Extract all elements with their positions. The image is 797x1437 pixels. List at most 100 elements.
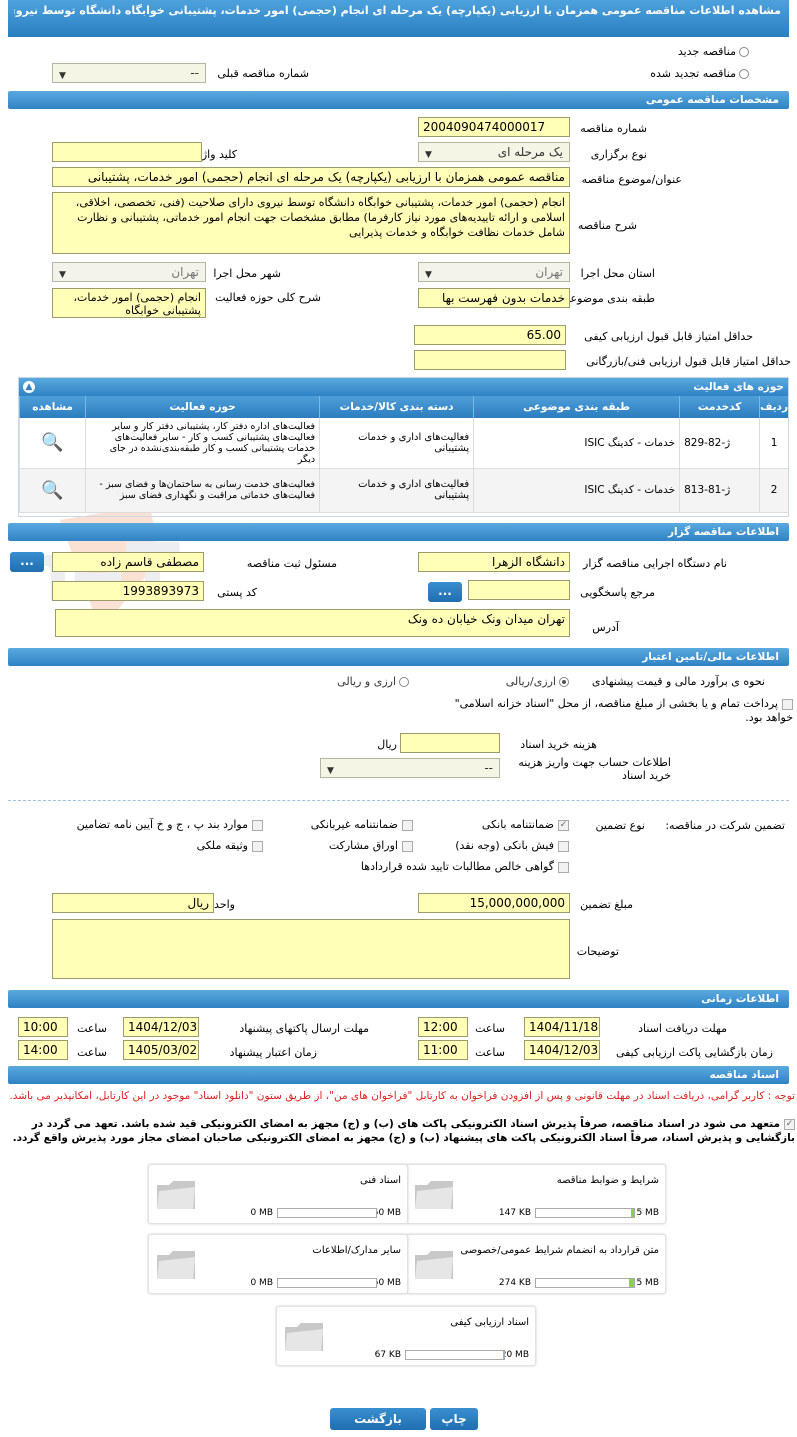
file-box-contract[interactable]: متن قرارداد به انضمام شرایط عمومی/خصوصی … bbox=[406, 1234, 666, 1294]
guarantee-opt-bank[interactable]: ✓ضمانتنامه بانکی bbox=[482, 818, 569, 831]
progress-bar bbox=[277, 1208, 377, 1218]
file-box-technical[interactable]: اسناد فنی 50 MB 0 MB bbox=[148, 1164, 408, 1224]
guarantee-opt-property[interactable]: وثیقه ملکی bbox=[197, 839, 263, 852]
guarantee-opt-nonbank[interactable]: ضمانتنامه غیربانکی bbox=[311, 818, 413, 831]
guarantee-opt-certificate[interactable]: گواهی خالص مطالبات تایید شده قراردادها bbox=[361, 860, 569, 873]
file-box-conditions[interactable]: شرایط و ضوابط مناقصه 5 MB 147 KB bbox=[406, 1164, 666, 1224]
hour-label: ساعت bbox=[77, 1022, 107, 1035]
chevron-down-icon: ▼ bbox=[425, 150, 432, 160]
doc-fee-label: هزینه خرید اسناد bbox=[520, 738, 597, 751]
col-code: کدخدمت bbox=[679, 396, 760, 418]
type-select[interactable]: یک مرحله ای ▼ bbox=[418, 142, 570, 162]
category-label: طبقه بندی موضوعی bbox=[561, 292, 655, 305]
scope-textarea[interactable]: انجام (حجمی) امور خدمات، پشتیبانی خوابگا… bbox=[52, 288, 206, 318]
activity-table: ردیف کدخدمت طبقه بندی موضوعی دسته بندی ک… bbox=[18, 396, 788, 513]
open-date: 1404/12/03 bbox=[524, 1040, 600, 1060]
folder-icon bbox=[415, 1181, 453, 1209]
view-icon[interactable]: 🔍 bbox=[41, 432, 63, 453]
folder-icon bbox=[157, 1181, 195, 1209]
unit-input: ریال bbox=[52, 893, 214, 913]
ref-input bbox=[468, 580, 570, 600]
guarantee-opt-bonds[interactable]: اوراق مشارکت bbox=[329, 839, 413, 852]
open-time: 11:00 bbox=[418, 1040, 468, 1060]
org-label: نام دستگاه اجرایی مناقصه گزار bbox=[583, 557, 727, 570]
min-tech-label: حداقل امتیاز قابل قبول ارزیابی فنی/بازرگ… bbox=[586, 355, 791, 368]
estimate-option-2[interactable]: ارزی و ریالی bbox=[337, 675, 409, 688]
org-input: دانشگاه الزهرا bbox=[418, 552, 570, 572]
postal-label: کد پستی bbox=[217, 586, 257, 599]
guarantee-opt-regulation[interactable]: موارد بند پ ، ج و خ آیین نامه تضامین bbox=[77, 818, 263, 831]
file-box-quality[interactable]: اسناد ارزیابی کیفی 20 MB 67 KB bbox=[276, 1306, 536, 1366]
estimate-option-1[interactable]: ارزی/ریالی bbox=[506, 675, 569, 688]
progress-bar bbox=[405, 1350, 505, 1360]
collapse-icon[interactable]: ▲ bbox=[23, 381, 35, 393]
renewed-tender-option[interactable]: مناقصه تجدید شده bbox=[650, 67, 749, 80]
col-index: ردیف bbox=[759, 396, 788, 418]
organizer-header: اطلاعات مناقصه گزار bbox=[8, 523, 789, 541]
doc-deadline-date: 1404/11/18 bbox=[524, 1017, 600, 1037]
tender-number: 2004090474000017 bbox=[418, 117, 570, 137]
keyword-label: کلید واژه bbox=[196, 148, 237, 161]
number-label: شماره مناقصه bbox=[580, 122, 647, 135]
amount-label: مبلغ تضمین bbox=[580, 898, 633, 911]
province-select[interactable]: تهران ▼ bbox=[418, 262, 570, 282]
notes-textarea[interactable] bbox=[52, 919, 570, 979]
min-quality-label: حداقل امتیاز قابل قبول ارزیابی کیفی bbox=[584, 330, 753, 343]
progress-bar bbox=[535, 1208, 635, 1218]
notes-label: توضیحات bbox=[576, 945, 619, 958]
subject-input[interactable]: مناقصه عمومی همزمان با ارزیابی (یکپارچه)… bbox=[52, 167, 570, 187]
file-box-other[interactable]: سایر مدارک/اطلاعات 50 MB 0 MB bbox=[148, 1234, 408, 1294]
valid-time: 14:00 bbox=[18, 1040, 68, 1060]
activity-header: حوزه های فعالیت ▲ bbox=[19, 378, 788, 396]
col-scope: حوزه فعالیت bbox=[85, 396, 320, 418]
finance-header: اطلاعات مالی/تامین اعتبار bbox=[8, 648, 789, 666]
valid-date: 1405/03/02 bbox=[123, 1040, 199, 1060]
doc-deadline-time: 12:00 bbox=[418, 1017, 468, 1037]
activity-panel: حوزه های فعالیت ▲ ردیف کدخدمت طبقه بندی … bbox=[18, 377, 789, 517]
account-select[interactable]: -- ▼ bbox=[320, 758, 500, 778]
ref-more-button[interactable]: ... bbox=[428, 582, 462, 602]
officer-label: مسئول ثبت مناقصه bbox=[246, 557, 337, 570]
hour-label: ساعت bbox=[475, 1046, 505, 1059]
new-tender-option[interactable]: مناقصه جدید bbox=[678, 45, 749, 58]
doc-fee-unit: ریال bbox=[377, 738, 397, 751]
folder-icon bbox=[157, 1251, 195, 1279]
timing-header: اطلاعات زمانی bbox=[8, 990, 789, 1008]
col-view: مشاهده bbox=[18, 396, 86, 418]
desc-textarea[interactable]: انجام (حجمی) امور خدمات، پشتیبانی خوابگا… bbox=[52, 192, 570, 254]
category-input: خدمات بدون فهرست بها bbox=[418, 288, 570, 308]
progress-bar bbox=[535, 1278, 635, 1288]
page-title: مشاهده اطلاعات مناقصه عمومی همزمان با ار… bbox=[8, 0, 789, 37]
print-button[interactable]: چاپ bbox=[430, 1408, 478, 1430]
table-row: 1 ژ-82-829 خدمات - کدینگ ISIC فعالیت‌های… bbox=[18, 418, 788, 469]
chevron-down-icon: ▼ bbox=[59, 71, 66, 81]
doc-deadline-label: مهلت دریافت اسناد bbox=[638, 1022, 727, 1035]
subject-label: عنوان/موضوع مناقصه bbox=[581, 173, 682, 186]
col-category: طبقه بندی موضوعی bbox=[473, 396, 680, 418]
docs-header: اسناد مناقصه bbox=[8, 1066, 789, 1084]
participation-label: تضمین شرکت در مناقصه: bbox=[665, 819, 785, 832]
hour-label: ساعت bbox=[475, 1022, 505, 1035]
guarantee-type-label: نوع تضمین bbox=[595, 819, 645, 832]
col-group: دسته بندی کالا/خدمات bbox=[319, 396, 474, 418]
treasury-option[interactable]: پرداخت تمام و یا بخشی از مبلغ مناقصه، از… bbox=[433, 697, 793, 725]
min-tech bbox=[414, 350, 566, 370]
city-select[interactable]: تهران ▼ bbox=[52, 262, 206, 282]
city-label: شهر محل اجرا bbox=[213, 267, 281, 280]
back-button[interactable]: بازگشت bbox=[330, 1408, 426, 1430]
keyword-input[interactable] bbox=[52, 142, 202, 162]
folder-icon bbox=[285, 1323, 323, 1351]
view-icon[interactable]: 🔍 bbox=[41, 480, 63, 501]
officer-more-button[interactable]: ... bbox=[10, 552, 44, 572]
address-textarea[interactable]: تهران میدان ونک خیابان ده ونک bbox=[55, 609, 570, 637]
desc-label: شرح مناقصه bbox=[577, 219, 637, 232]
province-label: استان محل اجرا bbox=[580, 267, 655, 280]
guarantee-opt-cash[interactable]: فیش بانکی (وجه نقد) bbox=[455, 839, 569, 852]
amount-input: 15,000,000,000 bbox=[418, 893, 570, 913]
prev-number-label: شماره مناقصه قبلی bbox=[217, 67, 309, 80]
valid-label: زمان اعتبار پیشنهاد bbox=[229, 1046, 317, 1059]
hour-label: ساعت bbox=[77, 1046, 107, 1059]
docs-notice: توجه : کاربر گرامی، دریافت اسناد در مهلت… bbox=[9, 1090, 795, 1102]
prev-number-select[interactable]: -- ▼ bbox=[52, 63, 206, 83]
table-row: 2 ژ-81-813 خدمات - کدینگ ISIC فعالیت‌های… bbox=[18, 468, 788, 513]
